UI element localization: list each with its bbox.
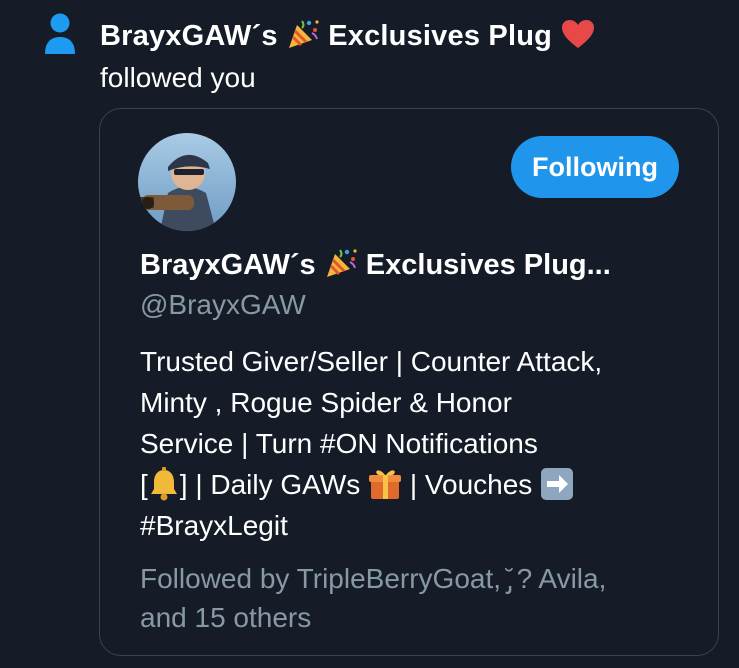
followed-by-line: Followed by TripleBerryGoat, ̡̆ ? Avila,	[140, 563, 607, 594]
bio-hashtag[interactable]: #BrayxLegit	[140, 505, 710, 546]
bio-line: [ ] | Daily GAWs | Vouches	[140, 464, 710, 505]
bio-line: Service | Turn #ON Notifications	[140, 428, 538, 459]
bio-line: Minty , Rogue Spider & Honor	[140, 387, 512, 418]
followed-by-text[interactable]: Followed by TripleBerryGoat, ̡̆ ? Avila,…	[140, 559, 710, 637]
display-name-prefix: BrayxGAW´s	[140, 249, 316, 281]
bio-text: [	[140, 469, 148, 500]
person-icon	[45, 13, 75, 54]
user-bio: Trusted Giver/Seller | Counter Attack, M…	[140, 341, 710, 546]
right-arrow-icon	[541, 467, 574, 500]
user-card[interactable]: Following BrayxGAW´s Exclusives Plug... …	[99, 108, 719, 656]
display-name-suffix: Exclusives Plug...	[365, 249, 611, 281]
bell-icon	[150, 466, 177, 501]
user-handle[interactable]: @BrayxGAW	[140, 285, 306, 325]
followed-by-line: and 15 others	[140, 602, 312, 633]
party-popper-icon	[288, 20, 319, 49]
profile-avatar[interactable]	[138, 133, 236, 231]
notification-screen: BrayxGAW´s Exclusives Plug followed you	[0, 0, 739, 668]
heart-icon	[562, 20, 595, 49]
avatar-image	[138, 133, 236, 231]
notification-title[interactable]: BrayxGAW´s Exclusives Plug	[100, 16, 596, 56]
bio-text: | Vouches	[409, 469, 533, 500]
notifier-name-prefix: BrayxGAW´s	[100, 20, 278, 52]
notifier-name-suffix: Exclusives Plug	[328, 20, 553, 52]
bio-line: Trusted Giver/Seller | Counter Attack,	[140, 346, 603, 377]
gift-icon	[369, 469, 402, 499]
following-button[interactable]: Following	[511, 136, 679, 198]
bio-text: ] | Daily GAWs	[179, 469, 361, 500]
notification-action: followed you	[100, 62, 256, 93]
display-name[interactable]: BrayxGAW´s Exclusives Plug...	[140, 245, 611, 285]
party-popper-icon	[326, 249, 357, 278]
